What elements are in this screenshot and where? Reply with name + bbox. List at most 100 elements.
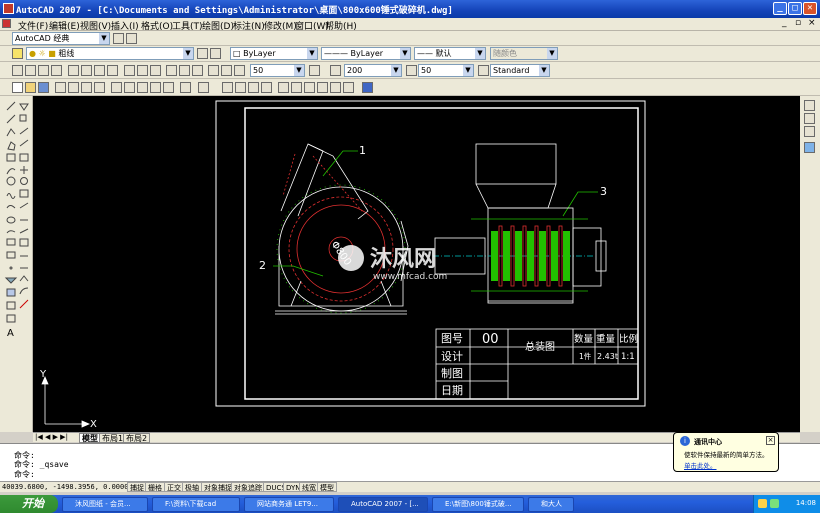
snap-toggle[interactable]: 捕捉 xyxy=(127,482,147,492)
radius-dim-icon[interactable] xyxy=(68,65,79,76)
publish-icon[interactable] xyxy=(81,82,92,93)
make-current-layer-icon[interactable] xyxy=(197,48,208,59)
view-front-icon[interactable] xyxy=(804,113,815,124)
properties-icon[interactable] xyxy=(278,82,289,93)
preview-icon[interactable] xyxy=(68,82,79,93)
pan-icon[interactable] xyxy=(222,82,233,93)
zoom-previous-icon[interactable] xyxy=(261,82,272,93)
block-editor-icon[interactable] xyxy=(163,82,174,93)
autocad-app-icon[interactable] xyxy=(3,3,14,14)
color-select[interactable]: □ ByLayer ▼ xyxy=(230,47,318,60)
undo-icon[interactable] xyxy=(180,82,191,93)
quickcalc-icon[interactable] xyxy=(343,82,354,93)
task-chat[interactable]: 网站商务通 LET9... xyxy=(244,497,334,512)
doc-minimize-button[interactable]: _ xyxy=(782,18,787,28)
drawing-canvas[interactable]: Φ800 1 2 3 xyxy=(33,96,800,432)
dim-edit-icon[interactable] xyxy=(208,65,219,76)
workspace-save-icon[interactable] xyxy=(126,33,137,44)
continue-dim-icon[interactable] xyxy=(150,65,161,76)
dimscale-select-3[interactable]: 50 ▼ xyxy=(418,64,474,77)
view-top-icon[interactable] xyxy=(804,126,815,137)
dim-update-icon[interactable] xyxy=(234,65,245,76)
print-icon[interactable] xyxy=(55,82,66,93)
model-toggle[interactable]: 模型 xyxy=(317,482,337,492)
baseline-dim-icon[interactable] xyxy=(137,65,148,76)
ordinate-dim-icon[interactable] xyxy=(51,65,62,76)
doc-close-button[interactable]: × xyxy=(808,18,816,28)
document-icon[interactable] xyxy=(2,19,11,28)
tool-palettes-icon[interactable] xyxy=(304,82,315,93)
table-style-icon[interactable] xyxy=(478,65,489,76)
osnap-toggle[interactable]: 对象捕捉 xyxy=(201,482,235,492)
drawing-svg[interactable]: Φ800 1 2 3 xyxy=(33,96,800,432)
tab-nav-arrows-icon[interactable]: |◀ ◀ ▶ ▶| xyxy=(35,433,68,441)
polar-toggle[interactable]: 极轴 xyxy=(182,482,202,492)
arc-length-icon[interactable] xyxy=(38,65,49,76)
otrack-toggle[interactable]: 对象追踪 xyxy=(231,482,265,492)
lineweight-select[interactable]: —— 默认 ▼ xyxy=(414,47,486,60)
diameter-dim-icon[interactable] xyxy=(94,65,105,76)
tab-model[interactable]: 模型 xyxy=(79,433,101,443)
layer-select[interactable]: ● ☼ ■ 粗线 ▼ xyxy=(26,47,194,60)
dimscale-select-2[interactable]: 200 ▼ xyxy=(344,64,402,77)
comm-center-balloon[interactable]: i 通讯中心 × 使软件保持最新的简单方法。 单击此处。 xyxy=(673,432,779,472)
zoom-window-icon[interactable] xyxy=(248,82,259,93)
leader-icon[interactable] xyxy=(166,65,177,76)
task-browser[interactable]: 沐风图纸 - 会员... xyxy=(62,497,148,512)
sheet-set-icon[interactable] xyxy=(317,82,328,93)
layer-previous-icon[interactable] xyxy=(210,48,221,59)
draw-modify-toolbar-icons[interactable]: A xyxy=(0,96,33,432)
polyline-icon xyxy=(6,128,16,137)
workspace-settings-icon[interactable] xyxy=(113,33,124,44)
task-folder-drawing[interactable]: E:\新图\800锤式破... xyxy=(432,497,524,512)
command-prompt[interactable]: 命令: xyxy=(14,469,35,480)
grid-toggle[interactable]: 栅格 xyxy=(145,482,165,492)
help-icon[interactable] xyxy=(362,82,373,93)
new-file-icon[interactable] xyxy=(12,82,23,93)
view-cube-icon[interactable] xyxy=(804,100,815,111)
start-button[interactable]: 开始 xyxy=(0,495,58,513)
maximize-button[interactable]: □ xyxy=(788,2,802,15)
text-style-icon[interactable] xyxy=(330,65,341,76)
textstyle-select[interactable]: Standard ▼ xyxy=(490,64,550,77)
linear-dim-icon[interactable] xyxy=(12,65,23,76)
angular-dim-icon[interactable] xyxy=(107,65,118,76)
cut-icon[interactable] xyxy=(111,82,122,93)
copy-icon[interactable] xyxy=(124,82,135,93)
center-mark-icon[interactable] xyxy=(192,65,203,76)
jogged-dim-icon[interactable] xyxy=(81,65,92,76)
layer-manager-icon[interactable] xyxy=(12,48,23,59)
lineweight-toggle[interactable]: 线宽 xyxy=(299,482,319,492)
dimscale-select-1[interactable]: 50 ▼ xyxy=(250,64,305,77)
dim-style-icon-2[interactable] xyxy=(406,65,417,76)
3d-dwf-icon[interactable] xyxy=(94,82,105,93)
match-properties-icon[interactable] xyxy=(150,82,161,93)
save-icon[interactable] xyxy=(38,82,49,93)
design-center-icon[interactable] xyxy=(291,82,302,93)
open-folder-icon[interactable] xyxy=(25,82,36,93)
close-button[interactable]: ✕ xyxy=(803,2,817,15)
orbit-icon[interactable] xyxy=(804,142,815,153)
zoom-realtime-icon[interactable] xyxy=(235,82,246,93)
tolerance-icon[interactable] xyxy=(179,65,190,76)
tab-layout2[interactable]: 布局2 xyxy=(123,433,151,443)
quick-dim-icon[interactable] xyxy=(124,65,135,76)
task-autocad[interactable]: AutoCAD 2007 - [... xyxy=(338,497,428,512)
paste-icon[interactable] xyxy=(137,82,148,93)
ortho-toggle[interactable]: 正交 xyxy=(164,482,184,492)
linetype-select[interactable]: ——— ByLayer ▼ xyxy=(321,47,411,60)
dim-style-icon[interactable] xyxy=(309,65,320,76)
task-folder-downloads[interactable]: F:\资料\下载cad xyxy=(152,497,240,512)
balloon-close-icon[interactable]: × xyxy=(766,436,775,445)
task-other[interactable]: 和大人 xyxy=(528,497,574,512)
doc-restore-button[interactable]: ▫ xyxy=(795,18,801,28)
markup-icon[interactable] xyxy=(330,82,341,93)
balloon-link[interactable]: 单击此处。 xyxy=(684,460,717,470)
minimize-button[interactable]: _ xyxy=(773,2,787,15)
workspace-select[interactable]: AutoCAD 经典 ▼ xyxy=(12,32,110,45)
tray-icon-network[interactable] xyxy=(770,499,779,508)
redo-icon[interactable] xyxy=(198,82,209,93)
tray-icon-lock[interactable] xyxy=(758,499,767,508)
aligned-dim-icon[interactable] xyxy=(25,65,36,76)
dim-text-edit-icon[interactable] xyxy=(221,65,232,76)
